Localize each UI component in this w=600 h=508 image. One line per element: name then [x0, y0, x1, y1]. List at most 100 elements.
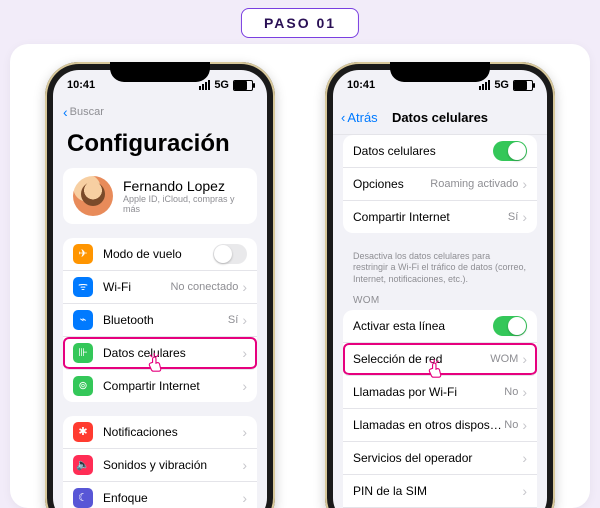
chevron-right-icon: ›	[242, 424, 247, 440]
settings-row[interactable]: Selección de redWOM ›	[343, 343, 537, 376]
moon-icon: ☾	[73, 488, 93, 508]
chevron-right-icon: ›	[522, 351, 527, 367]
step-badge: PASO 01	[241, 8, 359, 38]
signal-icon	[199, 80, 210, 90]
settings-row[interactable]: Compartir InternetSí ›	[343, 201, 537, 233]
settings-row[interactable]: Llamadas en otros dispositivosNo ›	[343, 409, 537, 442]
search-back-label: Buscar	[70, 106, 104, 118]
chevron-right-icon: ›	[242, 345, 247, 361]
settings-row[interactable]: OpcionesRoaming activado ›	[343, 168, 537, 201]
profile-sub: Apple ID, iCloud, compras y más	[123, 194, 247, 214]
toggle[interactable]	[493, 316, 527, 336]
row-value: Sí	[508, 211, 518, 223]
settings-row[interactable]: Llamadas por Wi-FiNo ›	[343, 376, 537, 409]
chevron-left-icon: ‹	[341, 110, 345, 125]
toggle[interactable]	[213, 244, 247, 264]
row-label: Modo de vuelo	[103, 247, 213, 261]
cellular-footnote: Desactiva los datos celulares para restr…	[333, 247, 547, 295]
network-label: 5G	[494, 79, 509, 91]
chevron-right-icon: ›	[242, 279, 247, 295]
row-label: Sonidos y vibración	[103, 458, 242, 472]
chevron-left-icon: ‹	[63, 104, 68, 120]
settings-row[interactable]: PIN de la SIM›	[343, 475, 537, 508]
row-label: Llamadas en otros dispositivos	[353, 418, 504, 432]
row-value: Roaming activado	[430, 178, 518, 190]
battery-icon	[233, 80, 253, 91]
battery-icon	[513, 80, 533, 91]
chevron-right-icon: ›	[242, 312, 247, 328]
row-label: Compartir Internet	[353, 210, 508, 224]
row-label: Opciones	[353, 177, 430, 191]
profile-row[interactable]: Fernando Lopez Apple ID, iCloud, compras…	[63, 168, 257, 224]
status-time: 10:41	[347, 79, 375, 91]
profile-name: Fernando Lopez	[123, 178, 247, 194]
antenna-icon: ⊪	[73, 343, 93, 363]
settings-group-connectivity: ✈ Modo de vuelo ᯤ Wi-FiNo conectado › ⌁ Blueto…	[63, 238, 257, 402]
back-label: Atrás	[347, 110, 377, 125]
phone-right-screen: 10:41 5G ‹ Atrás Datos celulares Datos c…	[333, 70, 547, 508]
page-title: Configuración	[53, 124, 267, 168]
settings-row[interactable]: 🔈 Sonidos y vibración›	[63, 449, 257, 482]
chevron-right-icon: ›	[242, 457, 247, 473]
chevron-right-icon: ›	[522, 417, 527, 433]
cellular-group-main: Datos celulares OpcionesRoaming activado ›…	[343, 135, 537, 233]
row-label: Compartir Internet	[103, 379, 242, 393]
nav-bar: ‹ Atrás Datos celulares	[333, 100, 547, 135]
settings-row[interactable]: ⌁ BluetoothSí ›	[63, 304, 257, 337]
settings-row[interactable]: Datos celulares	[343, 135, 537, 168]
settings-row[interactable]: Activar esta línea	[343, 310, 537, 343]
phone-left-screen: 10:41 5G ‹ Buscar Configuración Fernando…	[53, 70, 267, 508]
row-value: No conectado	[170, 281, 238, 293]
speaker-icon: 🔈	[73, 455, 93, 475]
chevron-right-icon: ›	[522, 450, 527, 466]
settings-row[interactable]: ᯤ Wi-FiNo conectado ›	[63, 271, 257, 304]
phone-notch	[390, 62, 490, 82]
chevron-right-icon: ›	[522, 209, 527, 225]
chevron-right-icon: ›	[522, 483, 527, 499]
carrier-section-header: WOM	[333, 295, 547, 310]
settings-row[interactable]: ⊚ Compartir Internet›	[63, 370, 257, 402]
settings-row[interactable]: ☾Enfoque›	[63, 482, 257, 508]
chevron-right-icon: ›	[522, 176, 527, 192]
status-time: 10:41	[67, 79, 95, 91]
wifi-icon: ᯤ	[73, 277, 93, 297]
row-value: WOM	[490, 353, 518, 365]
bell-icon: ✱	[73, 422, 93, 442]
hotspot-icon: ⊚	[73, 376, 93, 396]
row-label: Llamadas por Wi-Fi	[353, 385, 504, 399]
row-value: Sí	[228, 314, 238, 326]
row-label: Activar esta línea	[353, 319, 493, 333]
cellular-group-carrier: Activar esta líneaSelección de redWOM›Ll…	[343, 310, 537, 508]
row-label: PIN de la SIM	[353, 484, 522, 498]
row-label: Notificaciones	[103, 425, 242, 439]
chevron-right-icon: ›	[242, 490, 247, 506]
chevron-right-icon: ›	[522, 384, 527, 400]
row-label: Wi-Fi	[103, 280, 170, 294]
settings-row[interactable]: Servicios del operador›	[343, 442, 537, 475]
back-button[interactable]: ‹ Atrás	[341, 110, 378, 125]
row-value: No	[504, 386, 518, 398]
search-back[interactable]: ‹ Buscar	[53, 100, 267, 124]
settings-row[interactable]: ✈ Modo de vuelo	[63, 238, 257, 271]
settings-group-notifications: ✱Notificaciones›🔈Sonidos y vibración›☾En…	[63, 416, 257, 508]
network-label: 5G	[214, 79, 229, 91]
row-label: Bluetooth	[103, 313, 228, 327]
phone-notch	[110, 62, 210, 82]
row-value: No	[504, 419, 518, 431]
settings-row[interactable]: ✱ Notificaciones›	[63, 416, 257, 449]
row-label: Datos celulares	[103, 346, 242, 360]
row-label: Datos celulares	[353, 144, 493, 158]
settings-row[interactable]: ⊪ Datos celulares›	[63, 337, 257, 370]
bluetooth-icon: ⌁	[73, 310, 93, 330]
chevron-right-icon: ›	[242, 378, 247, 394]
phone-right: 10:41 5G ‹ Atrás Datos celulares Datos c…	[325, 62, 555, 508]
avatar	[73, 176, 113, 216]
signal-icon	[479, 80, 490, 90]
airplane-icon: ✈	[73, 244, 93, 264]
row-label: Selección de red	[353, 352, 490, 366]
row-label: Servicios del operador	[353, 451, 522, 465]
nav-title: Datos celulares	[392, 110, 488, 125]
toggle[interactable]	[493, 141, 527, 161]
instruction-card: 10:41 5G ‹ Buscar Configuración Fernando…	[10, 44, 590, 508]
phone-left: 10:41 5G ‹ Buscar Configuración Fernando…	[45, 62, 275, 508]
